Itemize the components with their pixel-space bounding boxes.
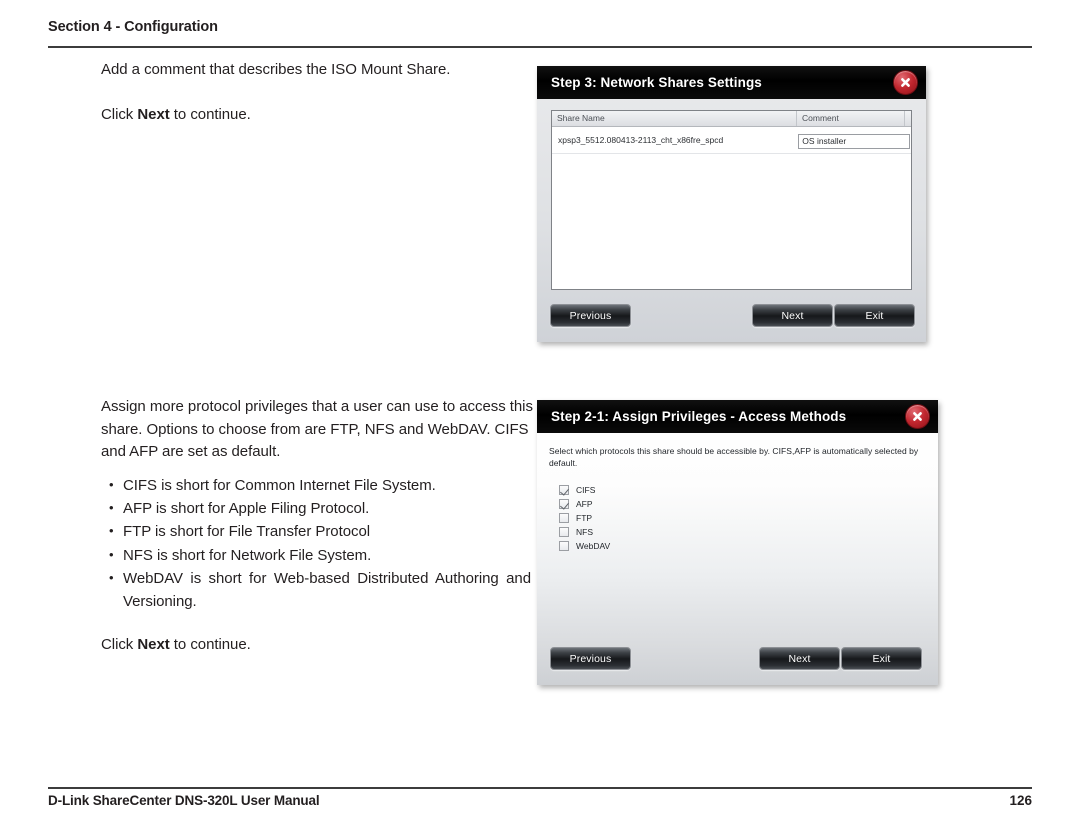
column-header-comment: Comment bbox=[797, 111, 905, 126]
protocol-checkbox-list: CIFS AFP FTP NFS WebDAV bbox=[549, 483, 926, 553]
checkbox-row-ftp[interactable]: FTP bbox=[559, 511, 926, 525]
click-next-line-1: Click Next to continue. bbox=[101, 104, 531, 127]
instruction-text: Select which protocols this share should… bbox=[549, 446, 919, 468]
dialog-title: Step 3: Network Shares Settings bbox=[551, 75, 762, 90]
previous-button[interactable]: Previous bbox=[550, 304, 631, 327]
next-bold-2: Next bbox=[137, 635, 170, 653]
list-item: CIFS is short for Common Internet File S… bbox=[101, 473, 533, 497]
click-prefix-1: Click bbox=[101, 105, 138, 123]
text-block-iso-comment: Add a comment that describes the ISO Mou… bbox=[101, 59, 531, 126]
checkbox-label-webdav: WebDAV bbox=[576, 541, 611, 551]
dialog-footer: Previous Next Exit bbox=[537, 298, 926, 342]
header-divider bbox=[48, 46, 1032, 48]
checkbox-row-cifs[interactable]: CIFS bbox=[559, 483, 926, 497]
checkbox-label-cifs: CIFS bbox=[576, 485, 596, 495]
paragraph-privileges: Assign more protocol privileges that a u… bbox=[101, 398, 533, 461]
manual-title: D-Link ShareCenter DNS-320L User Manual bbox=[48, 793, 320, 808]
exit-button[interactable]: Exit bbox=[834, 304, 915, 327]
page-footer: D-Link ShareCenter DNS-320L User Manual … bbox=[48, 793, 1032, 808]
comment-input[interactable] bbox=[798, 133, 911, 149]
page-header: Section 4 - Configuration bbox=[48, 18, 1032, 36]
text-block-privileges: Assign more protocol privileges that a u… bbox=[101, 396, 533, 656]
next-bold-1: Next bbox=[137, 105, 170, 123]
list-item: FTP is short for File Transfer Protocol bbox=[101, 519, 533, 543]
column-header-spacer bbox=[905, 111, 911, 126]
table-header-row: Share Name Comment bbox=[552, 111, 911, 127]
checkbox-cifs[interactable] bbox=[559, 485, 569, 495]
dialog-footer: Previous Next Exit bbox=[537, 641, 938, 685]
exit-button[interactable]: Exit bbox=[841, 647, 922, 670]
table-row[interactable]: xpsp3_5512.080413-2113_cht_x86fre_spcd bbox=[552, 127, 911, 154]
list-item: NFS is short for Network File System. bbox=[101, 543, 533, 567]
paragraph-iso-comment: Add a comment that describes the ISO Mou… bbox=[101, 61, 451, 78]
dialog-body: Share Name Comment xpsp3_5512.080413-211… bbox=[537, 99, 926, 290]
checkbox-nfs[interactable] bbox=[559, 527, 569, 537]
dialog-body: Select which protocols this share should… bbox=[537, 433, 938, 553]
column-header-share-name: Share Name bbox=[552, 111, 797, 126]
list-item: WebDAV is short for Web-based Distribute… bbox=[101, 566, 533, 614]
protocol-description-list: CIFS is short for Common Internet File S… bbox=[101, 473, 533, 614]
dialog-titlebar: Step 2-1: Assign Privileges - Access Met… bbox=[537, 400, 938, 433]
click-suffix-1: to continue. bbox=[169, 105, 251, 123]
close-icon[interactable] bbox=[893, 70, 918, 95]
checkbox-ftp[interactable] bbox=[559, 513, 569, 523]
checkbox-row-afp[interactable]: AFP bbox=[559, 497, 926, 511]
dialog-title: Step 2-1: Assign Privileges - Access Met… bbox=[551, 409, 847, 424]
checkbox-label-ftp: FTP bbox=[576, 513, 593, 523]
shares-table: Share Name Comment xpsp3_5512.080413-211… bbox=[551, 110, 912, 290]
dialog-network-shares-settings: Step 3: Network Shares Settings Share Na… bbox=[537, 66, 926, 342]
checkbox-label-afp: AFP bbox=[576, 499, 593, 509]
close-icon[interactable] bbox=[905, 404, 930, 429]
checkbox-row-nfs[interactable]: NFS bbox=[559, 525, 926, 539]
click-suffix-2: to continue. bbox=[169, 635, 251, 653]
checkbox-webdav[interactable] bbox=[559, 541, 569, 551]
list-item: AFP is short for Apple Filing Protocol. bbox=[101, 496, 533, 520]
cell-share-name: xpsp3_5512.080413-2113_cht_x86fre_spcd bbox=[558, 135, 724, 145]
next-button[interactable]: Next bbox=[759, 647, 840, 670]
footer-divider bbox=[48, 787, 1032, 789]
previous-button[interactable]: Previous bbox=[550, 647, 631, 670]
cell-comment bbox=[794, 131, 911, 149]
section-title: Section 4 - Configuration bbox=[48, 19, 218, 35]
checkbox-afp[interactable] bbox=[559, 499, 569, 509]
click-prefix-2: Click bbox=[101, 635, 138, 653]
next-button[interactable]: Next bbox=[752, 304, 833, 327]
page-number: 126 bbox=[1009, 793, 1032, 808]
checkbox-label-nfs: NFS bbox=[576, 527, 593, 537]
dialog-assign-privileges-access-methods: Step 2-1: Assign Privileges - Access Met… bbox=[537, 400, 938, 685]
dialog-titlebar: Step 3: Network Shares Settings bbox=[537, 66, 926, 99]
checkbox-row-webdav[interactable]: WebDAV bbox=[559, 539, 926, 553]
click-next-line-2: Click Next to continue. bbox=[101, 634, 533, 657]
